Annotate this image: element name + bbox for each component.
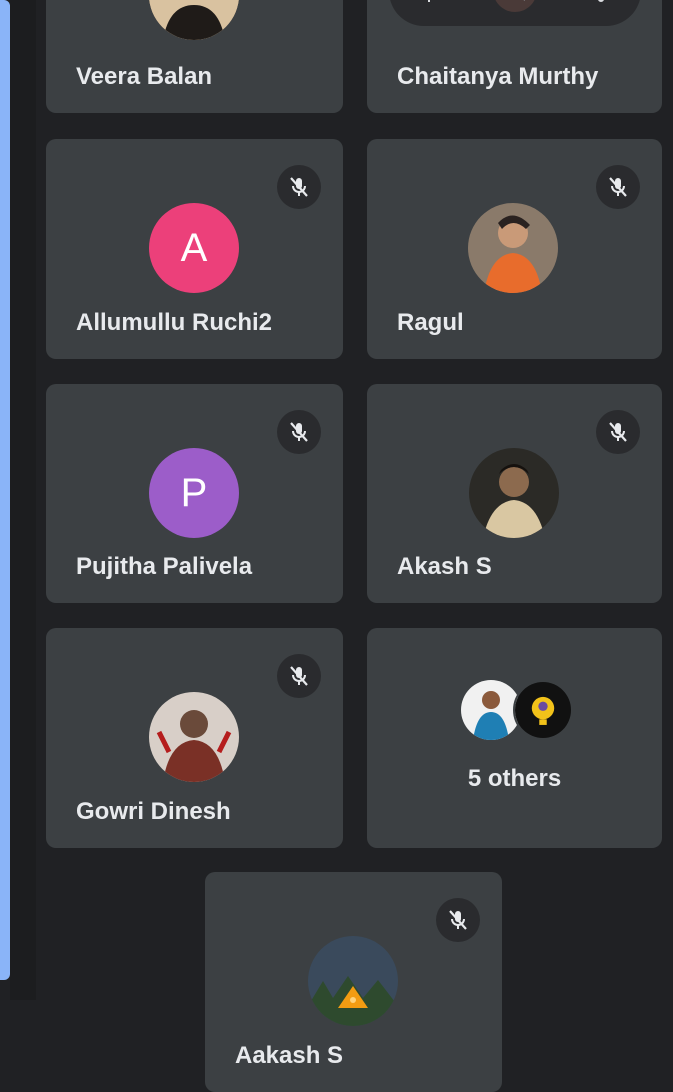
tile-toolbar [389, 0, 641, 26]
participant-tile[interactable]: Ragul [367, 139, 662, 359]
others-avatar [461, 680, 521, 740]
mic-off-icon [277, 654, 321, 698]
mic-off-icon [277, 165, 321, 209]
side-panel-shadow [10, 0, 36, 1000]
participant-name: Gowri Dinesh [76, 798, 231, 825]
participant-name: Akash S [397, 553, 492, 580]
more-vert-icon[interactable] [581, 0, 621, 10]
pin-icon[interactable] [409, 0, 449, 10]
others-avatar [513, 680, 573, 740]
participant-avatar-initial: P [149, 448, 239, 538]
others-count: 5 others [467, 765, 562, 792]
mic-off-icon [596, 410, 640, 454]
participant-avatar [149, 0, 239, 40]
side-panel-edge[interactable] [0, 0, 10, 980]
mic-off-icon [436, 898, 480, 942]
mic-off-icon [277, 410, 321, 454]
participant-tile[interactable]: A Allumullu Ruchi2 [46, 139, 343, 359]
frame-icon[interactable] [493, 0, 537, 12]
others-tile[interactable]: 5 others [367, 628, 662, 848]
participant-name: Aakash S [235, 1042, 344, 1069]
participant-avatar-initial: A [149, 203, 239, 293]
participant-name: Pujitha Palivela [76, 553, 253, 580]
participant-name: Veera Balan [76, 63, 213, 90]
participant-name: Ragul [397, 309, 464, 336]
participant-avatar [468, 203, 558, 293]
participant-avatar [469, 448, 559, 538]
participant-tile[interactable]: Aakash S [205, 872, 502, 1092]
participant-tile[interactable]: Gowri Dinesh [46, 628, 343, 848]
participant-tile[interactable]: Chaitanya Murthy [367, 0, 662, 113]
participant-name: Chaitanya Murthy [397, 63, 599, 90]
participant-name: Allumullu Ruchi2 [76, 309, 273, 336]
participant-avatar [149, 692, 239, 782]
participant-tile[interactable]: Veera Balan [46, 0, 343, 113]
participant-tile[interactable]: P Pujitha Palivela [46, 384, 343, 603]
mic-off-icon [596, 165, 640, 209]
participant-tile[interactable]: Akash S [367, 384, 662, 603]
participant-avatar [308, 936, 398, 1026]
